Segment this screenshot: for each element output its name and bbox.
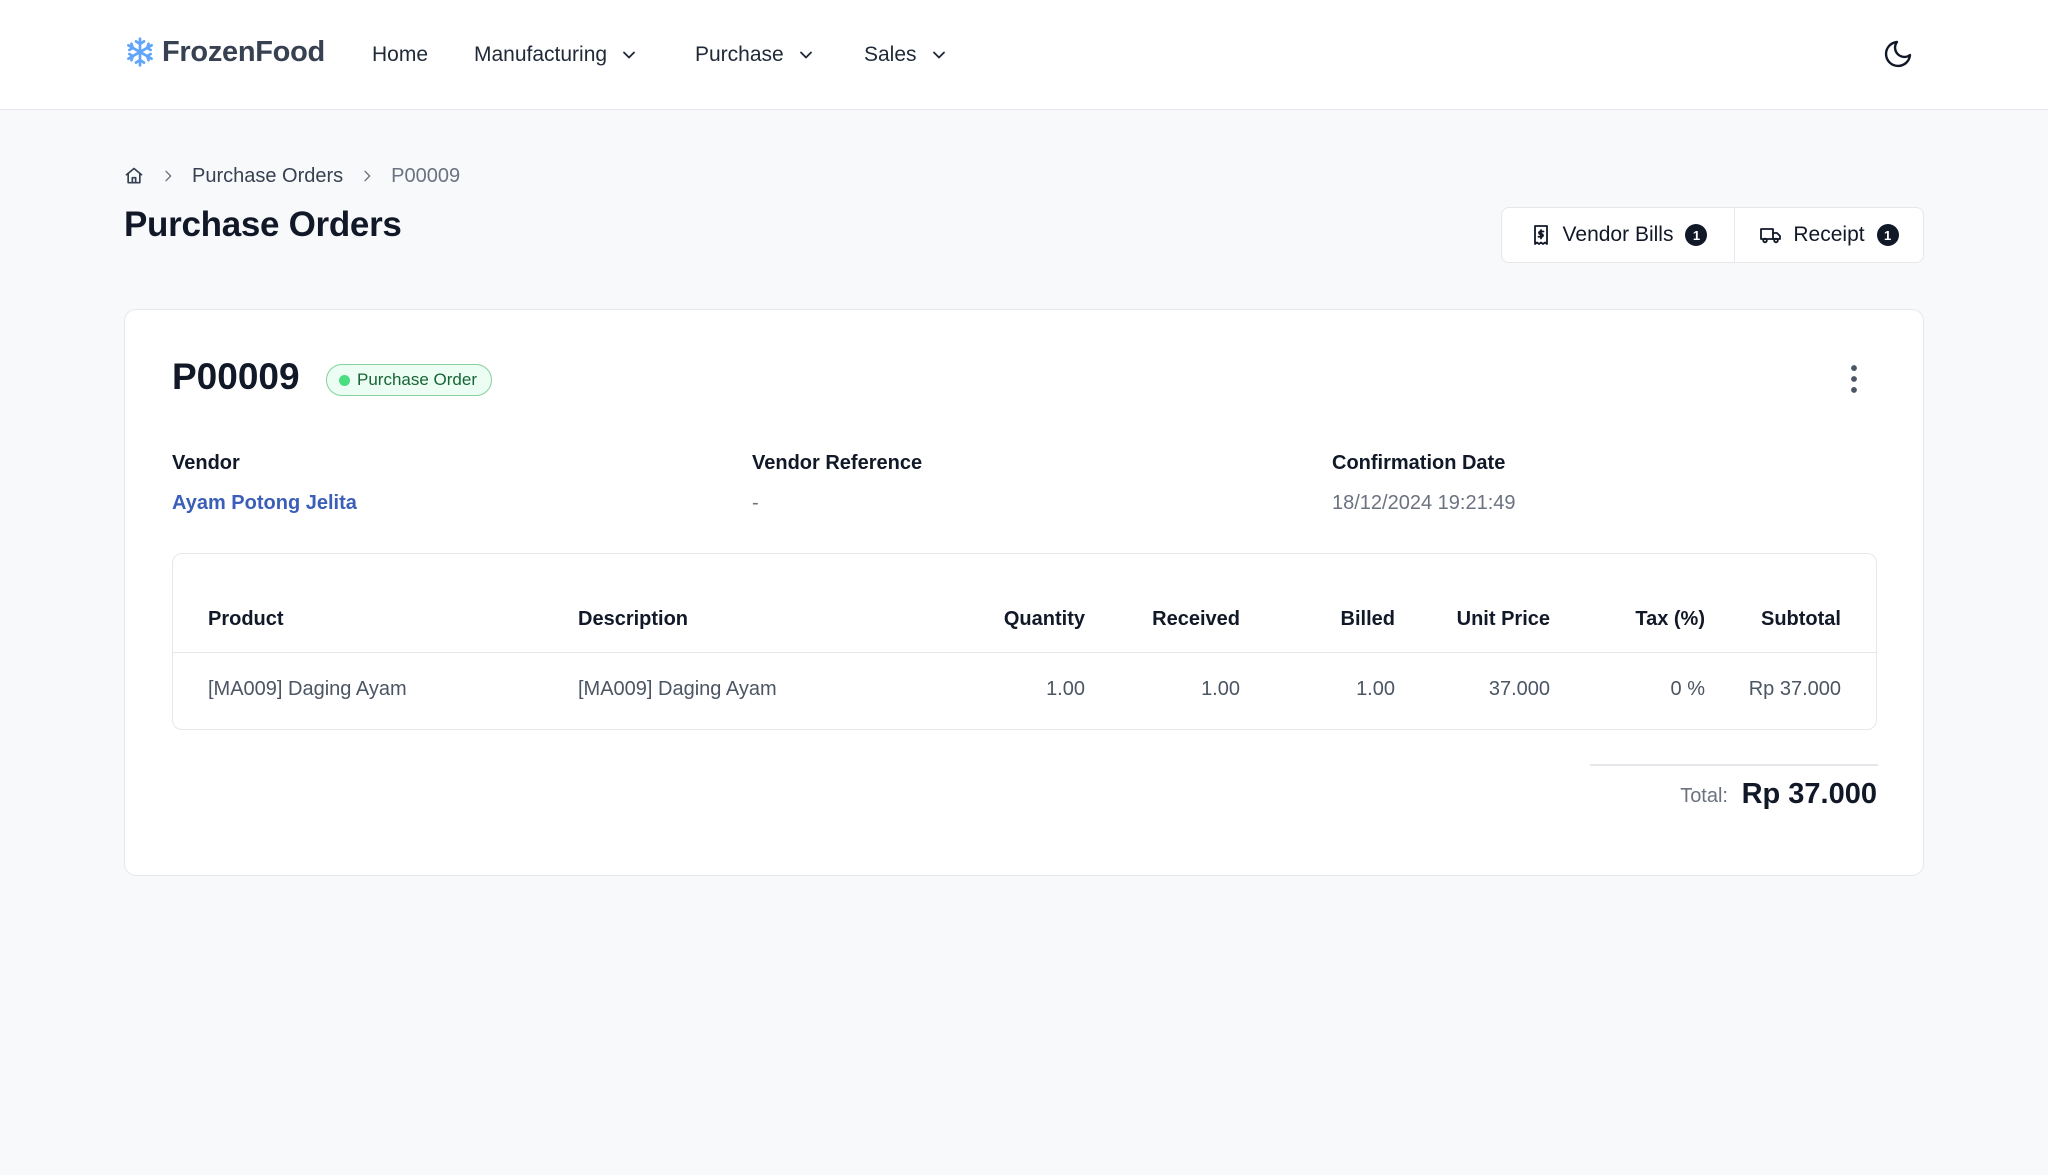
- table-row[interactable]: [MA009] Daging Ayam [MA009] Daging Ayam …: [173, 653, 1876, 729]
- cell-received: 1.00: [1201, 678, 1240, 700]
- cell-tax: 0 %: [1670, 678, 1705, 700]
- cell-billed: 1.00: [1356, 678, 1395, 700]
- vendor-bills-count-badge: 1: [1685, 224, 1708, 246]
- receipt-dollar-icon: [1533, 225, 1548, 245]
- breadcrumb-purchase-orders[interactable]: Purchase Orders: [192, 165, 343, 188]
- col-header-tax: Tax (%): [1635, 608, 1705, 630]
- cell-subtotal: Rp 37.000: [1748, 678, 1841, 700]
- confirmation-date-value: 18/12/2024 19:21:49: [1332, 492, 1516, 514]
- chevron-down-icon: [799, 51, 812, 59]
- top-navbar: FrozenFood Home Manufacturing Purchase S…: [0, 0, 2048, 110]
- chevron-down-icon: [932, 51, 945, 59]
- chevron-down-icon: [623, 51, 635, 59]
- vendor-reference-label: Vendor Reference: [752, 452, 923, 474]
- vendor-label: Vendor: [172, 452, 240, 474]
- nav-sales[interactable]: Sales: [864, 38, 949, 72]
- breadcrumb: Purchase Orders P00009: [124, 162, 460, 190]
- col-header-subtotal: Subtotal: [1761, 608, 1841, 630]
- page-title: Purchase Orders: [124, 205, 402, 244]
- brand-name: FrozenFood: [162, 35, 325, 68]
- cell-quantity: 1.00: [1046, 678, 1085, 700]
- col-header-unit-price: Unit Price: [1456, 608, 1550, 630]
- cell-unit-price: 37.000: [1488, 678, 1550, 700]
- total-label: Total:: [1680, 785, 1728, 807]
- cell-description: [MA009] Daging Ayam: [578, 678, 777, 700]
- nav-purchase[interactable]: Purchase: [695, 38, 816, 72]
- status-label: Purchase Order: [357, 370, 477, 389]
- purchase-order-card: P00009 Purchase Order Vendor Ayam Potong…: [124, 309, 1924, 876]
- order-lines-table: Product Description Quantity Received Bi…: [172, 553, 1877, 730]
- snowflake-icon: [127, 37, 153, 67]
- col-header-billed: Billed: [1340, 608, 1395, 630]
- nav-purchase-label: Purchase: [695, 43, 784, 66]
- table-header-row: Product Description Quantity Received Bi…: [173, 554, 1876, 653]
- confirmation-date-label: Confirmation Date: [1332, 452, 1506, 474]
- vendor-bills-button[interactable]: Vendor Bills 1: [1502, 208, 1734, 262]
- brand-logo[interactable]: FrozenFood: [124, 32, 325, 72]
- more-options-icon[interactable]: [1839, 362, 1869, 396]
- breadcrumb-current: P00009: [391, 164, 461, 187]
- col-header-description: Description: [578, 608, 689, 630]
- vendor-bills-label: Vendor Bills: [1562, 223, 1674, 246]
- nav-home[interactable]: Home: [372, 38, 428, 72]
- chevron-right-icon: [364, 170, 371, 182]
- status-badge: Purchase Order: [326, 364, 492, 396]
- receipt-button[interactable]: Receipt 1: [1734, 208, 1923, 262]
- total-divider: [1590, 764, 1878, 766]
- order-number: P00009: [172, 356, 300, 397]
- vendor-reference-value: -: [752, 492, 759, 514]
- nav-home-label: Home: [372, 43, 429, 66]
- receipt-count-badge: 1: [1876, 224, 1899, 246]
- truck-icon: [1760, 228, 1782, 244]
- vendor-link[interactable]: Ayam Potong Jelita: [172, 492, 357, 515]
- col-header-product: Product: [208, 608, 284, 630]
- status-dot: [339, 374, 350, 386]
- moon-icon[interactable]: [1882, 38, 1914, 70]
- total-value: Rp 37.000: [1741, 778, 1877, 810]
- smart-button-group: Vendor Bills 1 Receipt 1: [1501, 207, 1924, 263]
- chevron-right-icon: [165, 170, 172, 182]
- nav-manufacturing-label: Manufacturing: [474, 43, 608, 66]
- col-header-quantity: Quantity: [1003, 608, 1085, 630]
- receipt-label: Receipt: [1793, 223, 1865, 246]
- home-icon[interactable]: [124, 166, 144, 186]
- nav-sales-label: Sales: [864, 43, 917, 66]
- cell-product: [MA009] Daging Ayam: [208, 678, 407, 700]
- col-header-received: Received: [1152, 608, 1240, 630]
- nav-manufacturing[interactable]: Manufacturing: [474, 38, 639, 72]
